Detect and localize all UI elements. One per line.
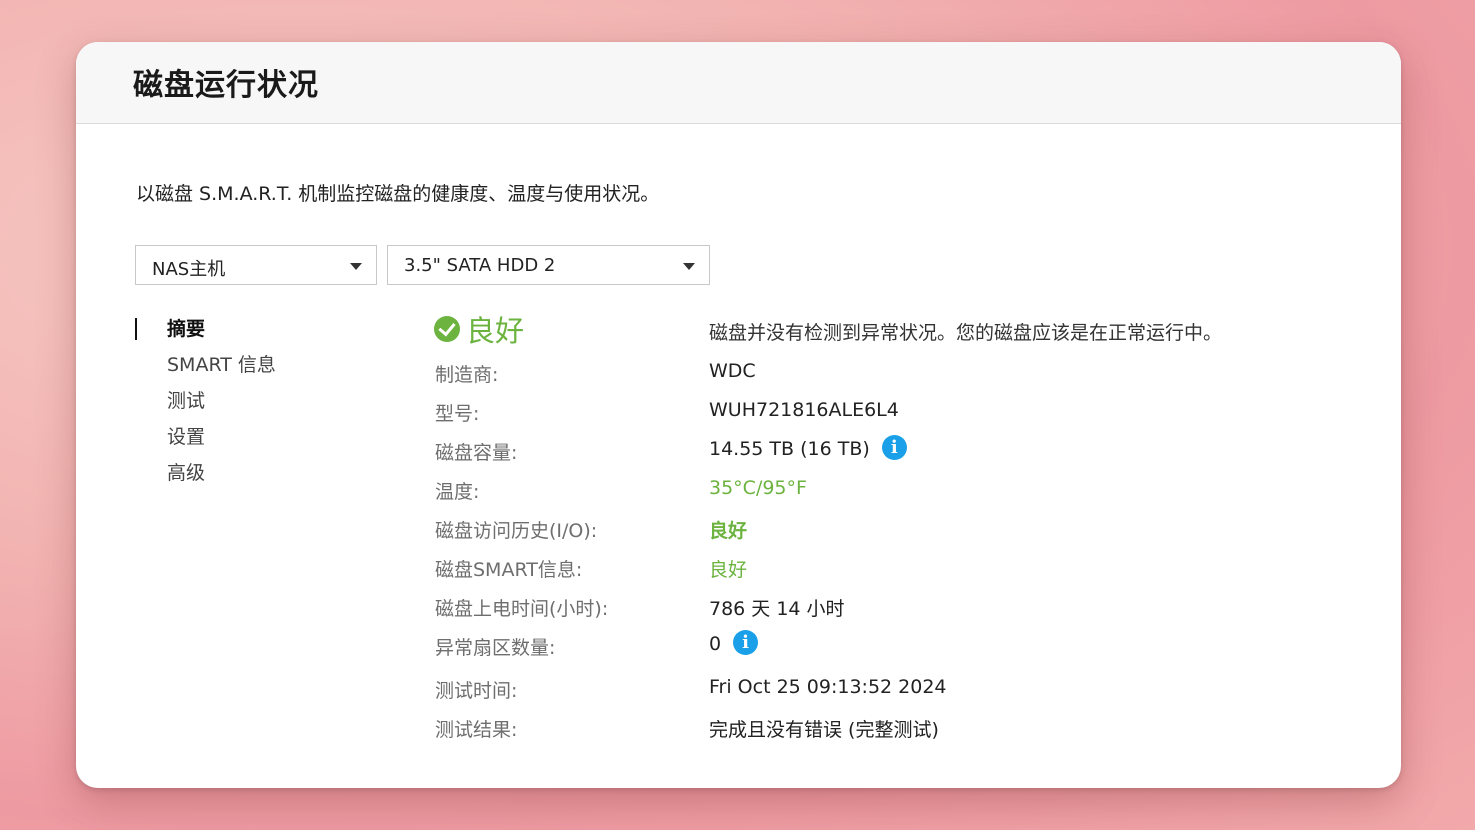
temperature-label: 温度: <box>435 481 480 503</box>
title-bar: 磁盘运行状况 <box>76 42 1401 124</box>
smart-info-label: 磁盘SMART信息: <box>435 559 583 581</box>
io-history-label: 磁盘访问历史(I/O): <box>435 520 598 542</box>
manufacturer-value: WDC <box>709 360 756 382</box>
info-icon[interactable]: i <box>881 435 907 460</box>
bad-sectors-value: 0 <box>709 633 722 655</box>
bad-sectors-label: 异常扇区数量: <box>435 637 556 659</box>
capacity-row: 14.55 TB (16 TB) i <box>709 435 907 460</box>
nav-item-smart-info[interactable]: SMART 信息 <box>135 350 355 386</box>
disk-select[interactable]: 3.5" SATA HDD 2 <box>387 245 710 285</box>
test-time-value: Fri Oct 25 09:13:52 2024 <box>709 676 947 698</box>
disk-select-value: 3.5" SATA HDD 2 <box>404 255 556 276</box>
smart-info-value: 良好 <box>709 559 748 581</box>
side-nav: 摘要 SMART 信息 测试 设置 高级 <box>135 314 355 494</box>
nav-item-summary[interactable]: 摘要 <box>135 314 355 350</box>
health-status-text: 良好 <box>466 314 525 348</box>
host-select[interactable]: NAS主机 <box>135 245 377 285</box>
page-title: 磁盘运行状况 <box>133 68 319 103</box>
disk-health-window: 磁盘运行状况 以磁盘 S.M.A.R.T. 机制监控磁盘的健康度、温度与使用状况… <box>76 42 1401 788</box>
power-on-hours-label: 磁盘上电时间(小时): <box>435 598 609 620</box>
nav-item-settings[interactable]: 设置 <box>135 422 355 458</box>
test-result-label: 测试结果: <box>435 719 518 741</box>
info-icon[interactable]: i <box>733 630 759 655</box>
capacity-label: 磁盘容量: <box>435 442 518 464</box>
bad-sectors-row: 0i <box>709 630 759 655</box>
test-time-label: 测试时间: <box>435 680 518 702</box>
chevron-down-icon <box>350 263 362 270</box>
chevron-down-icon <box>683 263 695 270</box>
check-circle-icon <box>434 316 460 342</box>
io-history-value[interactable]: 良好 <box>709 516 747 543</box>
nav-item-advanced[interactable]: 高级 <box>135 458 355 494</box>
health-status-description: 磁盘并没有检测到异常状况。您的磁盘应该是在正常运行中。 <box>709 322 1223 344</box>
page-description: 以磁盘 S.M.A.R.T. 机制监控磁盘的健康度、温度与使用状况。 <box>136 183 660 205</box>
manufacturer-label: 制造商: <box>435 364 499 386</box>
power-on-hours-value: 786 天 14 小时 <box>709 598 845 620</box>
test-result-value: 完成且没有错误 (完整测试) <box>709 719 939 741</box>
capacity-value: 14.55 TB (16 TB) <box>709 438 870 460</box>
temperature-value: 35°C/95°F <box>709 477 807 499</box>
model-value: WUH721816ALE6L4 <box>709 399 899 421</box>
model-label: 型号: <box>435 403 480 425</box>
nav-item-test[interactable]: 测试 <box>135 386 355 422</box>
host-select-value: NAS主机 <box>152 259 226 280</box>
